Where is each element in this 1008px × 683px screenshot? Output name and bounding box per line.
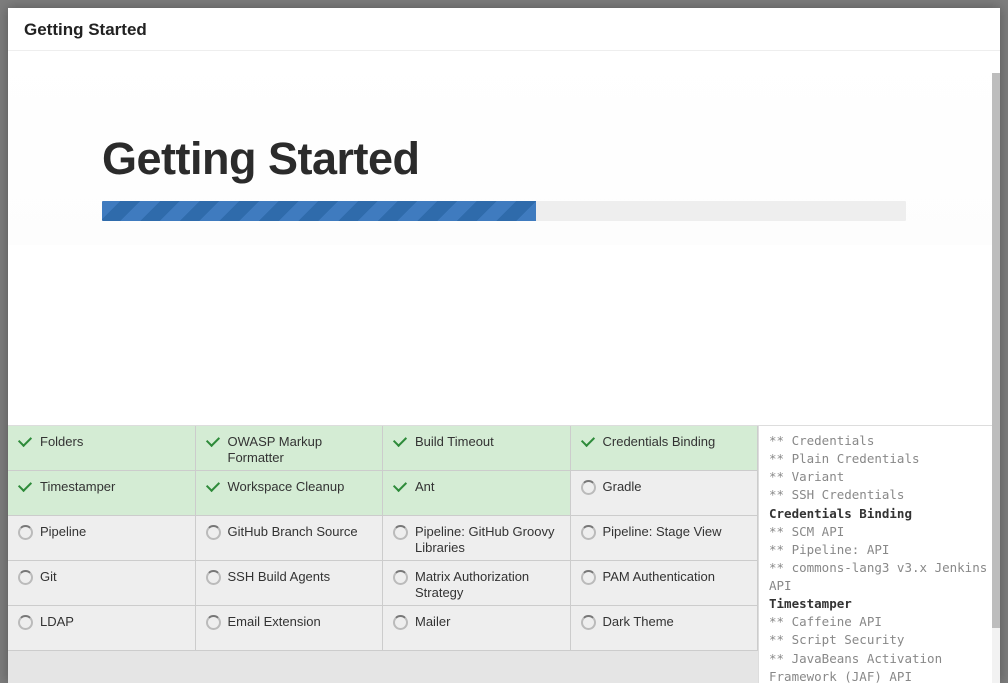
plugin-label: LDAP [40, 614, 185, 630]
log-heading: Credentials Binding [769, 505, 990, 523]
window-title: Getting Started [8, 8, 1000, 51]
plugin-label: Ant [415, 479, 560, 495]
plugin-label: Timestamper [40, 479, 185, 495]
plugin-label: Dark Theme [603, 614, 748, 630]
check-icon [18, 480, 32, 494]
install-progress-bar [102, 201, 906, 221]
spinner-icon [581, 570, 595, 584]
install-progress-fill [102, 201, 536, 221]
wizard-content: Getting Started Folders OWASP Markup Form… [8, 51, 1000, 683]
plugin-label: Matrix Authorization Strategy [415, 569, 560, 602]
plugin-label: Pipeline: GitHub Groovy Libraries [415, 524, 560, 557]
plugin-grid: Folders OWASP Markup Formatter Build Timeo… [8, 426, 758, 683]
check-icon [18, 435, 32, 449]
check-icon [206, 435, 220, 449]
plugin-label: Git [40, 569, 185, 585]
spinner-icon [206, 570, 220, 584]
check-icon [393, 435, 407, 449]
log-line: ** Pipeline: API [769, 541, 990, 559]
plugin-label: OWASP Markup Formatter [228, 434, 373, 467]
vertical-scrollbar[interactable] [992, 73, 1000, 683]
spinner-icon [18, 570, 32, 584]
plugin-label: Mailer [415, 614, 560, 630]
spinner-icon [18, 615, 32, 629]
spinner-icon [581, 480, 595, 494]
setup-wizard-window: Getting Started Getting Started Folders O… [8, 8, 1000, 683]
check-icon [206, 480, 220, 494]
plugin-cell: Ant [383, 471, 571, 516]
plugin-cell: OWASP Markup Formatter [196, 426, 384, 471]
plugin-cell: Matrix Authorization Strategy [383, 561, 571, 606]
log-line: ** Caffeine API [769, 613, 990, 631]
plugin-cell: Build Timeout [383, 426, 571, 471]
plugin-label: Pipeline: Stage View [603, 524, 748, 540]
log-line: ** Credentials [769, 432, 990, 450]
scrollbar-thumb[interactable] [992, 73, 1000, 628]
hero-title: Getting Started [102, 133, 906, 185]
plugin-cell: PAM Authentication [571, 561, 759, 606]
plugin-cell: Pipeline: GitHub Groovy Libraries [383, 516, 571, 561]
log-line: ** Plain Credentials [769, 450, 990, 468]
log-line: ** SSH Credentials [769, 486, 990, 504]
plugin-label: SSH Build Agents [228, 569, 373, 585]
plugin-cell: Workspace Cleanup [196, 471, 384, 516]
lower-panel: Folders OWASP Markup Formatter Build Timeo… [8, 425, 1000, 683]
hero-spacer [8, 245, 1000, 425]
plugin-cell: Git [8, 561, 196, 606]
plugin-cell: Folders [8, 426, 196, 471]
plugin-cell: Credentials Binding [571, 426, 759, 471]
plugin-cell: LDAP [8, 606, 196, 651]
check-icon [581, 435, 595, 449]
log-line: ** JavaBeans Activation Framework (JAF) … [769, 650, 990, 683]
log-line: ** SCM API [769, 523, 990, 541]
spinner-icon [206, 525, 220, 539]
hero-section: Getting Started [8, 51, 1000, 245]
spinner-icon [393, 525, 407, 539]
plugin-label: Workspace Cleanup [228, 479, 373, 495]
plugin-label: PAM Authentication [603, 569, 748, 585]
plugin-cell: Mailer [383, 606, 571, 651]
log-line: ** commons-lang3 v3.x Jenkins API [769, 559, 990, 595]
spinner-icon [393, 570, 407, 584]
plugin-cell: Dark Theme [571, 606, 759, 651]
install-log-panel: ** Credentials** Plain Credentials** Var… [758, 426, 1000, 683]
plugin-label: Build Timeout [415, 434, 560, 450]
plugin-label: Credentials Binding [603, 434, 748, 450]
spinner-icon [581, 615, 595, 629]
spinner-icon [581, 525, 595, 539]
log-line: ** Script Security [769, 631, 990, 649]
plugin-cell: Email Extension [196, 606, 384, 651]
plugin-label: Gradle [603, 479, 748, 495]
log-heading: Timestamper [769, 595, 990, 613]
spinner-icon [18, 525, 32, 539]
plugin-cell: Timestamper [8, 471, 196, 516]
plugin-cell: SSH Build Agents [196, 561, 384, 606]
spinner-icon [393, 615, 407, 629]
plugin-label: Pipeline [40, 524, 185, 540]
plugin-label: GitHub Branch Source [228, 524, 373, 540]
plugin-cell: Gradle [571, 471, 759, 516]
check-icon [393, 480, 407, 494]
spinner-icon [206, 615, 220, 629]
plugin-cell: Pipeline [8, 516, 196, 561]
plugin-label: Folders [40, 434, 185, 450]
plugin-label: Email Extension [228, 614, 373, 630]
plugin-cell: Pipeline: Stage View [571, 516, 759, 561]
log-line: ** Variant [769, 468, 990, 486]
plugin-cell: GitHub Branch Source [196, 516, 384, 561]
